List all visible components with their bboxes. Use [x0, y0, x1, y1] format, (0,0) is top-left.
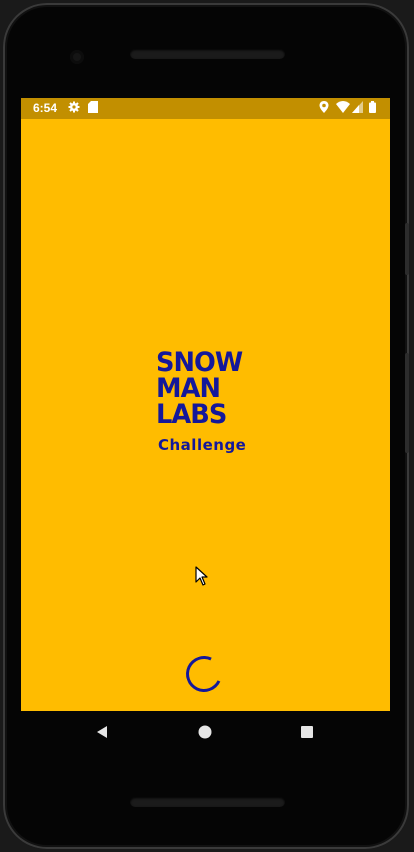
volume-button: [405, 353, 409, 453]
signal-icon: [352, 101, 363, 116]
logo-subtitle: Challenge: [158, 436, 247, 454]
power-button: [405, 223, 409, 275]
gear-icon: [68, 101, 80, 116]
bottom-speaker: [130, 797, 285, 807]
status-time: 6:54: [33, 101, 58, 115]
location-icon: [319, 101, 329, 116]
loading-spinner: [180, 650, 228, 698]
sd-card-icon: [88, 101, 98, 116]
front-camera: [70, 50, 84, 64]
navigation-bar: [21, 711, 390, 753]
top-speaker: [130, 49, 285, 59]
back-button[interactable]: [77, 711, 127, 753]
wifi-icon: [336, 101, 350, 116]
app-screen: 6:54 SNOW MAN LABS Challenge: [21, 98, 390, 711]
battery-icon: [369, 101, 376, 116]
recents-icon: [301, 726, 313, 738]
status-bar: 6:54: [21, 98, 390, 119]
snowman-labs-logo: SNOW MAN LABS Challenge: [156, 349, 256, 454]
mouse-cursor-icon: [195, 566, 208, 586]
back-icon: [97, 726, 107, 738]
logo-line-3: LABS: [156, 399, 227, 430]
home-icon: [198, 725, 212, 739]
recents-button[interactable]: [282, 711, 332, 753]
home-button[interactable]: [180, 711, 230, 753]
